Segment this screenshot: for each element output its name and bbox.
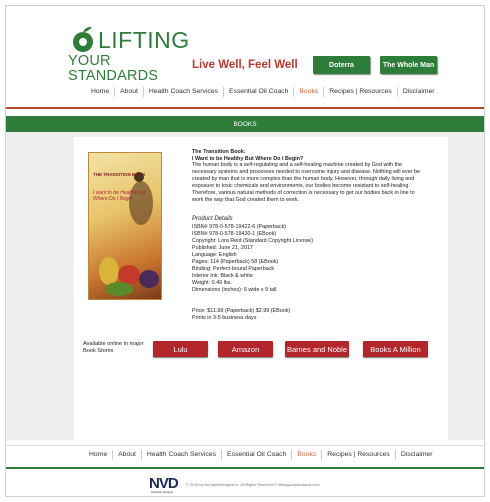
footer-nav-essential-oil[interactable]: Essential Oil Coach <box>222 450 293 460</box>
nav-about[interactable]: About <box>115 87 144 97</box>
cover-title: THE TRANSITION BOOK <box>93 172 146 177</box>
footer-nav-recipes[interactable]: Recipes | Resources <box>322 450 396 460</box>
details-heading: Product Details <box>192 216 233 222</box>
price-info: Price: $11.99 (Paperback) $2.99 (EBook) … <box>192 308 432 322</box>
site-logo[interactable]: LIFTING YOUR STANDARDS <box>68 23 190 83</box>
book-title: The Transition Book: I Want to be Health… <box>192 149 432 163</box>
cover-subtitle: I want to be Healthy but Where Do I Begi… <box>93 190 146 202</box>
logo-line2: YOUR STANDARDS <box>68 53 159 84</box>
divider-red <box>6 107 484 109</box>
amazon-button[interactable]: Amazon <box>218 341 273 357</box>
footer-nav-books[interactable]: Books <box>292 450 323 460</box>
detail-line: Published: June 21, 2017 <box>192 245 253 251</box>
doterra-button[interactable]: Doterra <box>313 56 370 74</box>
nav-books[interactable]: Books <box>294 87 325 97</box>
nav-recipes[interactable]: Recipes | Resources <box>324 87 398 97</box>
barnes-noble-button[interactable]: Barnes and Noble <box>285 341 349 357</box>
detail-line: Binding: Perfect-bound Paperback <box>192 266 275 272</box>
book-cover-image: THE TRANSITION BOOK I want to be Healthy… <box>88 152 162 300</box>
detail-line: ISBN# 978-0-578-19430-1 (EBook) <box>192 231 277 237</box>
page-frame: LIFTING YOUR STANDARDS Live Well, Feel W… <box>5 5 485 497</box>
detail-line: Interior Ink: Black & white <box>192 273 253 279</box>
detail-line: Weight: 0.49 lbs. <box>192 280 233 286</box>
tagline: Live Well, Feel Well <box>192 59 298 71</box>
stores-label: Available online in major Book Stores <box>83 341 144 354</box>
shipping: Prints in 3-5 business days <box>192 315 257 321</box>
copyright: © 2018 by NuVisionDesignsInc. All Rights… <box>186 483 320 487</box>
logo-line1: LIFTING <box>98 27 190 53</box>
main-nav: Home About Health Coach Services Essenti… <box>86 87 440 97</box>
detail-line: ISBN# 978-0-578-19422-6 (Paperback) <box>192 224 287 230</box>
divider-footer <box>6 445 484 446</box>
nav-essential-oil[interactable]: Essential Oil Coach <box>224 87 295 97</box>
nav-disclaimer[interactable]: Disclaimer <box>398 87 440 97</box>
footer-nav-health-coach[interactable]: Health Coach Services <box>142 450 223 460</box>
footer-nav-home[interactable]: Home <box>84 450 114 460</box>
footer-logo-sub: NuVision Designs <box>151 490 174 494</box>
whole-man-button[interactable]: The Whole Man <box>380 56 437 74</box>
footer: NVD NuVision Designs © 2018 by NuVisionD… <box>149 475 320 494</box>
nav-health-coach[interactable]: Health Coach Services <box>144 87 225 97</box>
lulu-button[interactable]: Lulu <box>153 341 208 357</box>
product-details: ISBN# 978-0-578-19422-6 (Paperback) ISBN… <box>192 224 432 294</box>
detail-line: Dimensions (inches): 6 wide x 9 tall <box>192 287 277 293</box>
detail-line: Copyright: Lora Reid (Standard Copyright… <box>192 238 314 244</box>
footer-nav: Home About Health Coach Services Essenti… <box>84 450 438 460</box>
footer-nav-disclaimer[interactable]: Disclaimer <box>396 450 438 460</box>
detail-line: Pages: 114 (Paperback) 58 (EBook) <box>192 259 279 265</box>
detail-line: Language: English <box>192 252 237 258</box>
footer-logo[interactable]: NVD NuVision Designs <box>149 475 183 494</box>
nav-home[interactable]: Home <box>86 87 116 97</box>
price: Price: $11.99 (Paperback) $2.99 (EBook) <box>192 308 291 314</box>
book-title-line1: The Transition Book: <box>192 149 246 155</box>
section-title-bar: BOOKS <box>6 116 484 132</box>
footer-nav-about[interactable]: About <box>113 450 142 460</box>
footer-divider <box>6 467 484 469</box>
books-a-million-button[interactable]: Books A Million <box>363 341 428 357</box>
book-description: The human body is a self-regulating and … <box>192 162 421 203</box>
